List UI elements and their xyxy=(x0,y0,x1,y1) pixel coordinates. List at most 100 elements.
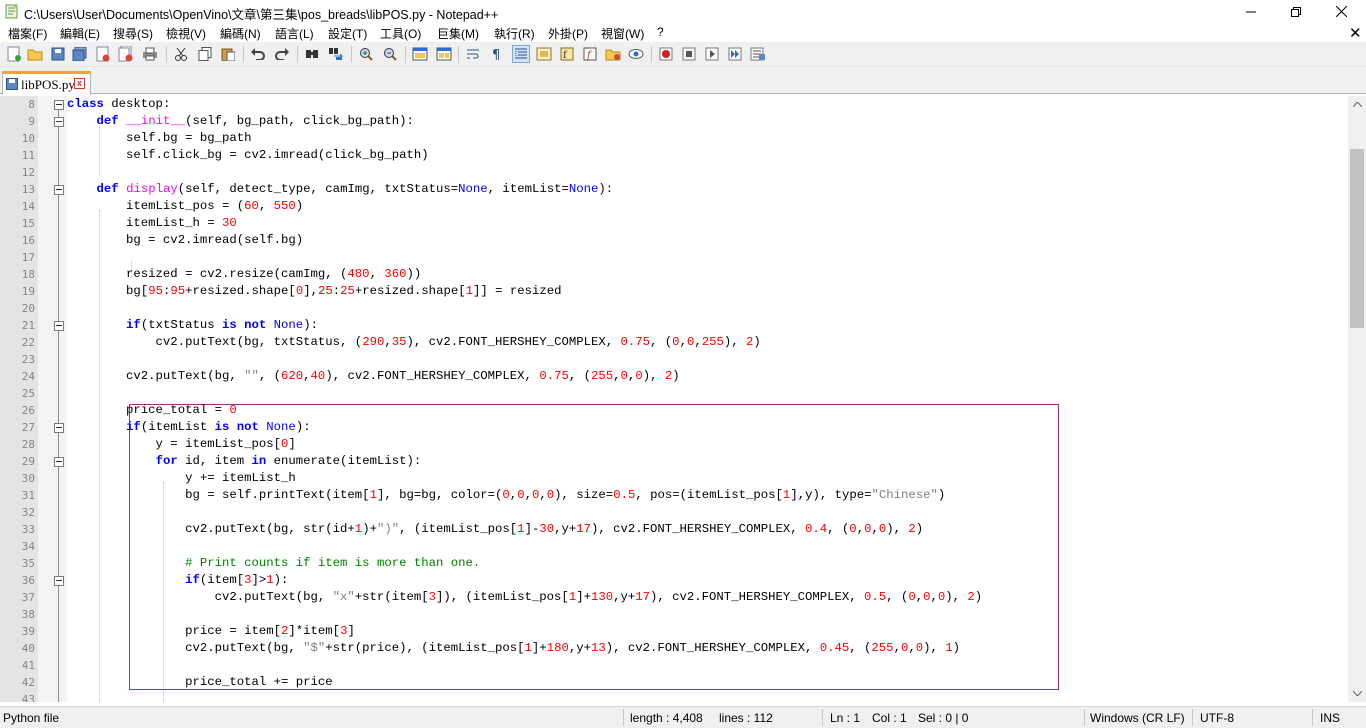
menu-edit[interactable]: 編輯(E) xyxy=(60,25,100,42)
status-eol[interactable]: Windows (CR LF) xyxy=(1090,711,1185,725)
menu-encoding[interactable]: 編碼(N) xyxy=(220,25,261,42)
sync-horizontal-icon[interactable] xyxy=(435,45,453,63)
status-encoding[interactable]: UTF-8 xyxy=(1200,711,1234,725)
code-line: cv2.putText(bg, "$"+str(price), (itemLis… xyxy=(67,641,961,655)
fold-toggle[interactable] xyxy=(54,457,64,467)
minimize-button[interactable] xyxy=(1228,0,1274,23)
scroll-down-arrow-icon[interactable] xyxy=(1348,685,1366,702)
status-lines: lines : 112 xyxy=(719,711,773,725)
save-macro-icon[interactable] xyxy=(749,45,767,63)
status-line-number: Ln : 1 xyxy=(830,711,861,725)
stop-record-icon[interactable] xyxy=(680,45,698,63)
line-number: 42 xyxy=(21,676,35,689)
copy-icon[interactable] xyxy=(196,45,214,63)
fold-toggle[interactable] xyxy=(54,100,64,110)
find-icon[interactable] xyxy=(303,45,321,63)
scrollbar-thumb[interactable] xyxy=(1350,149,1364,328)
indent-guide-icon[interactable] xyxy=(512,45,530,63)
replace-icon[interactable] xyxy=(327,45,345,63)
menu-help[interactable]: ? xyxy=(657,25,664,39)
open-file-icon[interactable] xyxy=(26,45,44,63)
zoom-out-icon[interactable] xyxy=(381,45,399,63)
sync-vertical-icon[interactable] xyxy=(411,45,429,63)
save-icon[interactable] xyxy=(49,45,67,63)
close-all-icon[interactable] xyxy=(117,45,135,63)
tab-bar: libPOS.py x xyxy=(0,67,1366,95)
code-line: # Print counts if item is more than one. xyxy=(185,556,481,570)
run-macro-multiple-icon[interactable] xyxy=(726,45,744,63)
code-line: price = item[2]*item[3] xyxy=(67,624,355,638)
code-line: class desktop: xyxy=(67,97,171,111)
line-number: 10 xyxy=(21,132,35,145)
code-editor[interactable]: 8 class desktop: 9 def __init__(self, bg_… xyxy=(0,96,1348,702)
scroll-up-arrow-icon[interactable] xyxy=(1348,96,1366,113)
menu-run[interactable]: 執行(R) xyxy=(494,25,535,42)
line-number: 27 xyxy=(21,421,35,434)
status-bar: Python file length : 4,408 lines : 112 L… xyxy=(0,706,1366,728)
close-document-button[interactable]: ✕ xyxy=(1349,24,1362,42)
word-wrap-icon[interactable] xyxy=(464,45,482,63)
monitoring-icon[interactable] xyxy=(627,45,645,63)
menu-macro[interactable]: 巨集(M) xyxy=(437,25,479,42)
close-window-button[interactable] xyxy=(1318,0,1364,23)
redo-icon[interactable] xyxy=(273,45,291,63)
line-number: 25 xyxy=(21,387,35,400)
code-line: cv2.putText(bg, "", (620,40), cv2.FONT_H… xyxy=(67,369,680,383)
fold-toggle[interactable] xyxy=(54,117,64,127)
function-list-icon[interactable]: f xyxy=(558,45,576,63)
code-line: itemList_h = 30 xyxy=(67,216,237,230)
fold-toggle[interactable] xyxy=(54,321,64,331)
status-column: Col : 1 xyxy=(872,711,907,725)
code-line: cv2.putText(bg, "x"+str(item[3]), (itemL… xyxy=(67,590,983,604)
doc-list-icon[interactable] xyxy=(604,45,622,63)
menu-settings[interactable]: 設定(T) xyxy=(328,25,367,42)
menu-plugins[interactable]: 外掛(P) xyxy=(548,25,588,42)
saved-file-icon xyxy=(6,78,18,90)
menu-search[interactable]: 搜尋(S) xyxy=(113,25,153,42)
line-number: 21 xyxy=(21,319,35,332)
line-number: 40 xyxy=(21,642,35,655)
line-number: 39 xyxy=(21,625,35,638)
undo-icon[interactable] xyxy=(249,45,267,63)
code-line: if(itemList is not None): xyxy=(126,420,311,434)
line-number: 26 xyxy=(21,404,35,417)
menu-file[interactable]: 檔案(F) xyxy=(8,25,47,42)
cut-icon[interactable] xyxy=(172,45,190,63)
line-number: 37 xyxy=(21,591,35,604)
paste-icon[interactable] xyxy=(219,45,237,63)
vertical-scrollbar[interactable] xyxy=(1348,96,1366,702)
fold-toggle[interactable] xyxy=(54,576,64,586)
play-macro-icon[interactable] xyxy=(703,45,721,63)
menu-window[interactable]: 視窗(W) xyxy=(601,25,644,42)
code-line: price_total = 0 xyxy=(67,403,237,417)
menu-language[interactable]: 語言(L) xyxy=(275,25,314,42)
fold-toggle[interactable] xyxy=(54,423,64,433)
line-number: 15 xyxy=(21,217,35,230)
fold-toggle[interactable] xyxy=(54,185,64,195)
close-icon[interactable] xyxy=(94,45,112,63)
folder-workspace-icon[interactable]: f xyxy=(581,45,599,63)
tab-libpos[interactable]: libPOS.py x xyxy=(2,71,91,95)
restore-button[interactable] xyxy=(1273,0,1319,23)
show-all-chars-icon[interactable]: ¶ xyxy=(488,45,506,63)
menu-view[interactable]: 檢視(V) xyxy=(166,25,206,42)
notepadpp-icon xyxy=(5,4,19,19)
status-insert-mode[interactable]: INS xyxy=(1320,711,1340,725)
code-line: if(item[3]>1): xyxy=(185,573,289,587)
line-number: 13 xyxy=(21,183,35,196)
line-number: 12 xyxy=(21,166,35,179)
zoom-in-icon[interactable] xyxy=(357,45,375,63)
line-number: 32 xyxy=(21,506,35,519)
print-icon[interactable] xyxy=(141,45,159,63)
doc-map-icon[interactable] xyxy=(535,45,553,63)
menu-tools[interactable]: 工具(O) xyxy=(380,25,421,42)
code-line: cv2.putText(bg, str(id+1)+")", (itemList… xyxy=(67,522,924,536)
line-number: 11 xyxy=(21,149,35,162)
save-all-icon[interactable] xyxy=(71,45,89,63)
new-file-icon[interactable] xyxy=(5,45,23,63)
record-macro-icon[interactable] xyxy=(657,45,675,63)
line-number: 33 xyxy=(21,523,35,536)
line-number: 34 xyxy=(21,540,35,553)
code-line: for id, item in enumerate(itemList): xyxy=(155,454,422,468)
tab-close-button[interactable]: x xyxy=(74,78,85,89)
